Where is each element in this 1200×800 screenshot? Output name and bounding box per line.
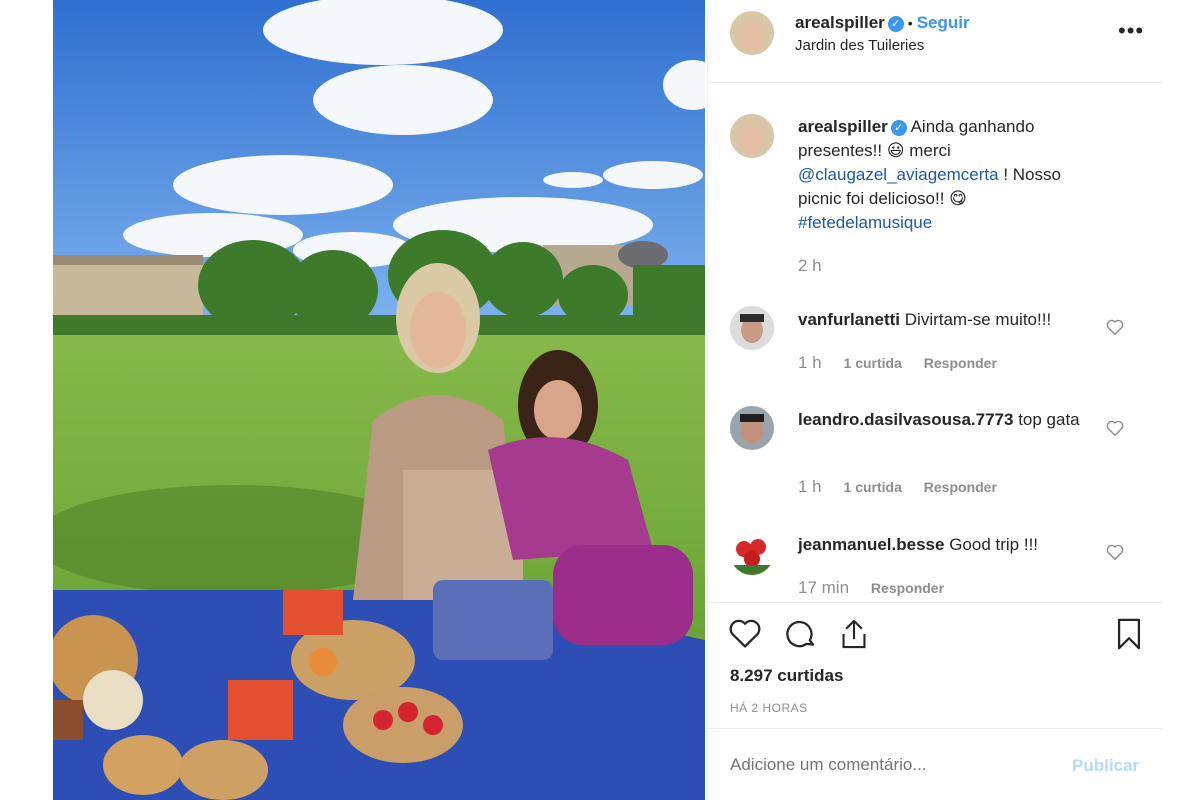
comments-list[interactable]: arealspiller ✓ Ainda ganhando presentes!!… <box>708 83 1163 601</box>
caption-meta: 2 h <box>798 256 840 276</box>
post-details-panel: arealspiller ✓ • Seguir Jardin des Tuilerie… <box>707 0 1163 800</box>
comment-body: Divirtam-se muito!!! <box>904 310 1052 329</box>
header-title-row: arealspiller ✓ • Seguir <box>795 13 970 33</box>
share-icon[interactable] <box>838 617 870 656</box>
reply-button[interactable]: Responder <box>871 580 944 596</box>
comment-like-heart-icon[interactable] <box>1106 319 1124 340</box>
likes-count[interactable]: 8.297 curtidas <box>730 666 843 686</box>
comment-username[interactable]: vanfurlanetti <box>798 310 900 329</box>
comment-time[interactable]: 1 h <box>798 477 822 496</box>
more-options-icon[interactable]: ••• <box>1118 18 1144 44</box>
comment-text: leandro.dasilvasousa.7773 top gata <box>798 408 1098 432</box>
comment-username[interactable]: jeanmanuel.besse <box>798 535 944 554</box>
caption-mention-link[interactable]: @claugazel_aviagemcerta <box>798 165 999 184</box>
comment-likes[interactable]: 1 curtida <box>844 479 902 495</box>
caption-text: arealspiller ✓ Ainda ganhando presentes!!… <box>798 115 1098 235</box>
comment-username[interactable]: leandro.dasilvasousa.7773 <box>798 410 1013 429</box>
reply-button[interactable]: Responder <box>924 355 997 371</box>
caption-hashtag-link[interactable]: #fetedelamusique <box>798 213 932 232</box>
post-header: arealspiller ✓ • Seguir Jardin des Tuilerie… <box>708 0 1163 83</box>
verified-badge-icon: ✓ <box>887 16 904 32</box>
comment-text: vanfurlanetti Divirtam-se muito!!! <box>798 308 1098 332</box>
publish-button[interactable]: Publicar <box>1072 756 1139 776</box>
comment-bubble-icon[interactable] <box>784 617 818 656</box>
comment-body: top gata <box>1018 410 1080 429</box>
comment-text: jeanmanuel.besse Good trip !!! <box>798 533 1098 557</box>
verified-badge-icon: ✓ <box>890 120 907 136</box>
comment-meta: 1 h 1 curtida Responder <box>798 353 997 373</box>
post-actions: 8.297 curtidas HÁ 2 HORAS <box>708 602 1163 729</box>
comment-like-heart-icon[interactable] <box>1106 420 1124 441</box>
comment-avatar[interactable] <box>730 406 774 450</box>
caption-username[interactable]: arealspiller <box>798 117 888 136</box>
comment-avatar[interactable] <box>730 306 774 350</box>
author-username[interactable]: arealspiller <box>795 13 885 32</box>
caption-avatar[interactable] <box>730 114 774 158</box>
reply-button[interactable]: Responder <box>924 479 997 495</box>
comment-avatar[interactable] <box>730 531 774 575</box>
comment-like-heart-icon[interactable] <box>1106 544 1124 565</box>
comment-likes[interactable]: 1 curtida <box>844 355 902 371</box>
like-heart-icon[interactable] <box>728 617 762 654</box>
comment-time[interactable]: 17 min <box>798 578 849 597</box>
post-timestamp[interactable]: HÁ 2 HORAS <box>730 701 808 715</box>
follow-button[interactable]: Seguir <box>917 13 970 32</box>
add-comment-input[interactable] <box>730 755 1030 775</box>
caption-time[interactable]: 2 h <box>798 256 822 275</box>
separator-dot: • <box>907 15 913 31</box>
comment-body: Good trip !!! <box>949 535 1039 554</box>
location-link[interactable]: Jardin des Tuileries <box>795 37 924 54</box>
comment-meta: 17 min Responder <box>798 578 944 598</box>
author-avatar[interactable] <box>730 11 774 55</box>
comment-time[interactable]: 1 h <box>798 353 822 372</box>
bookmark-icon[interactable] <box>1114 617 1144 656</box>
post-photo[interactable] <box>53 0 705 800</box>
comment-meta: 1 h 1 curtida Responder <box>798 477 997 497</box>
